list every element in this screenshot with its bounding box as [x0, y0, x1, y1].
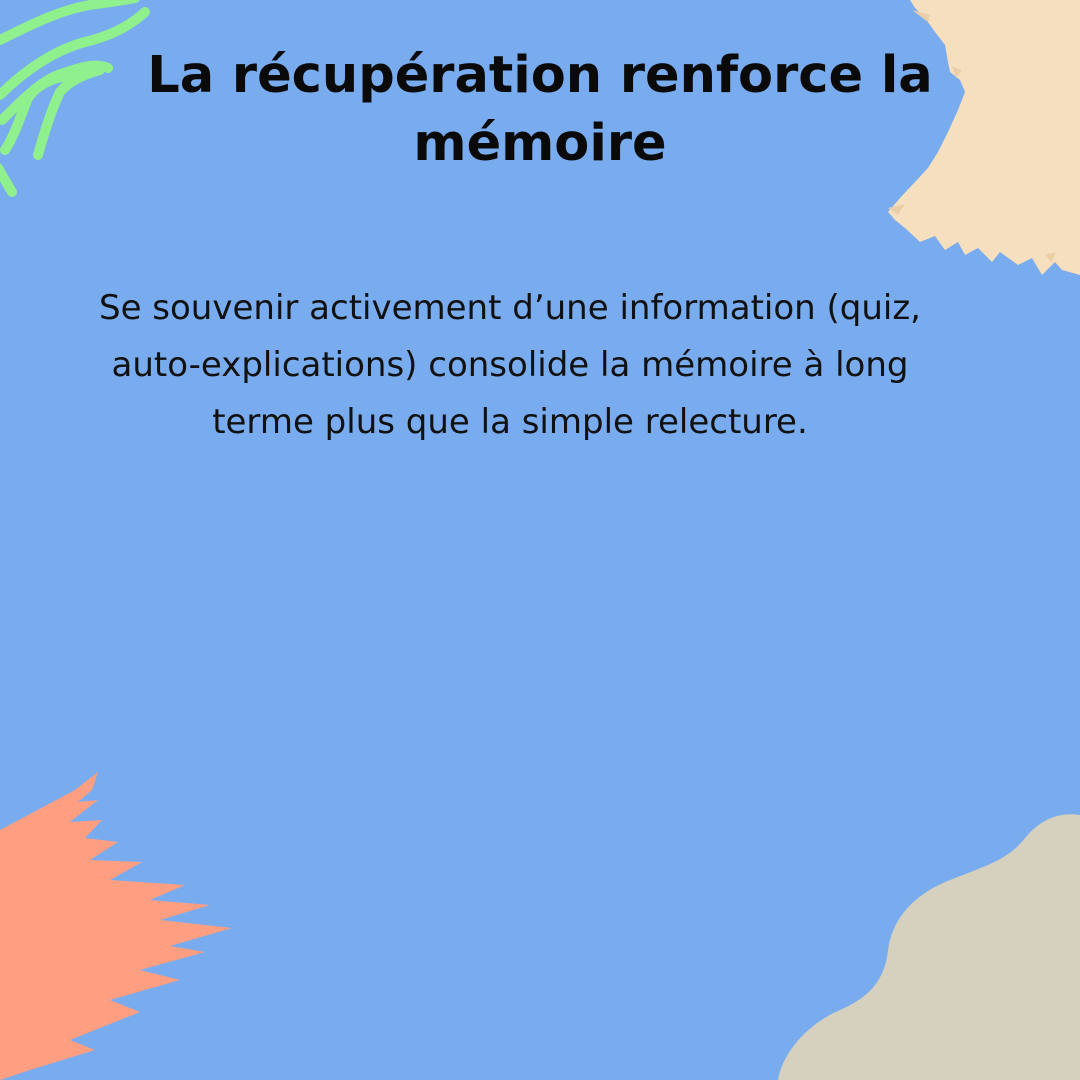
slide-canvas: La récupération renforce la mémoire Se s…	[0, 0, 1080, 1080]
slide-body-text: Se souvenir activement d’une information…	[98, 288, 921, 442]
slide-title: La récupération renforce la mémoire	[147, 46, 933, 173]
